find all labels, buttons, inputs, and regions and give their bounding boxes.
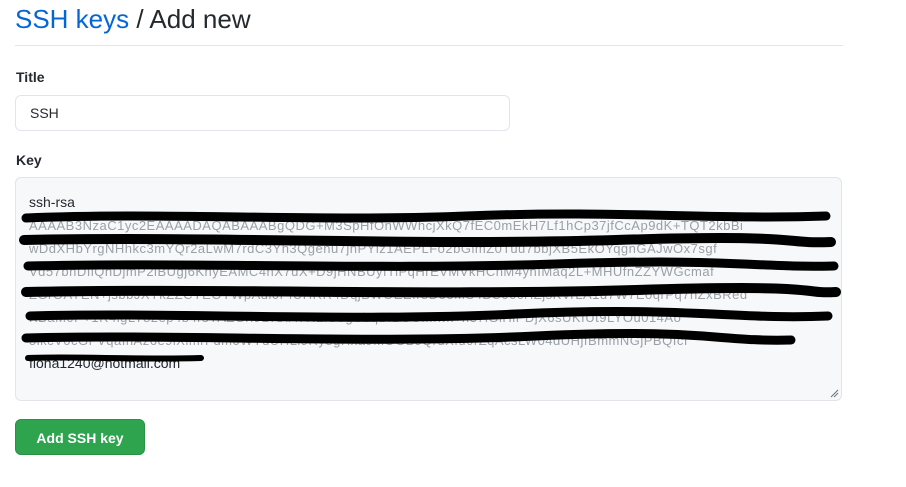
redaction-scribble xyxy=(19,209,841,362)
title-label: Title xyxy=(16,69,45,85)
breadcrumb-current: Add new xyxy=(149,4,251,34)
breadcrumb-ssh-keys-link[interactable]: SSH keys xyxy=(15,4,129,34)
add-ssh-key-page: SSH keys / Add new Title SSH Key ssh-rsa… xyxy=(0,0,906,487)
breadcrumb-separator: / xyxy=(136,4,144,34)
key-textarea[interactable]: ssh-rsa AAAAB3NzaC1yc2EAAAADAQABAAABgQDG… xyxy=(15,177,842,401)
add-ssh-key-button[interactable]: Add SSH key xyxy=(15,419,145,455)
page-header: SSH keys / Add new xyxy=(15,0,843,46)
breadcrumb: SSH keys / Add new xyxy=(15,2,251,36)
resize-grip-icon[interactable] xyxy=(829,388,839,398)
key-label: Key xyxy=(16,152,42,168)
title-input[interactable]: SSH xyxy=(15,95,510,131)
